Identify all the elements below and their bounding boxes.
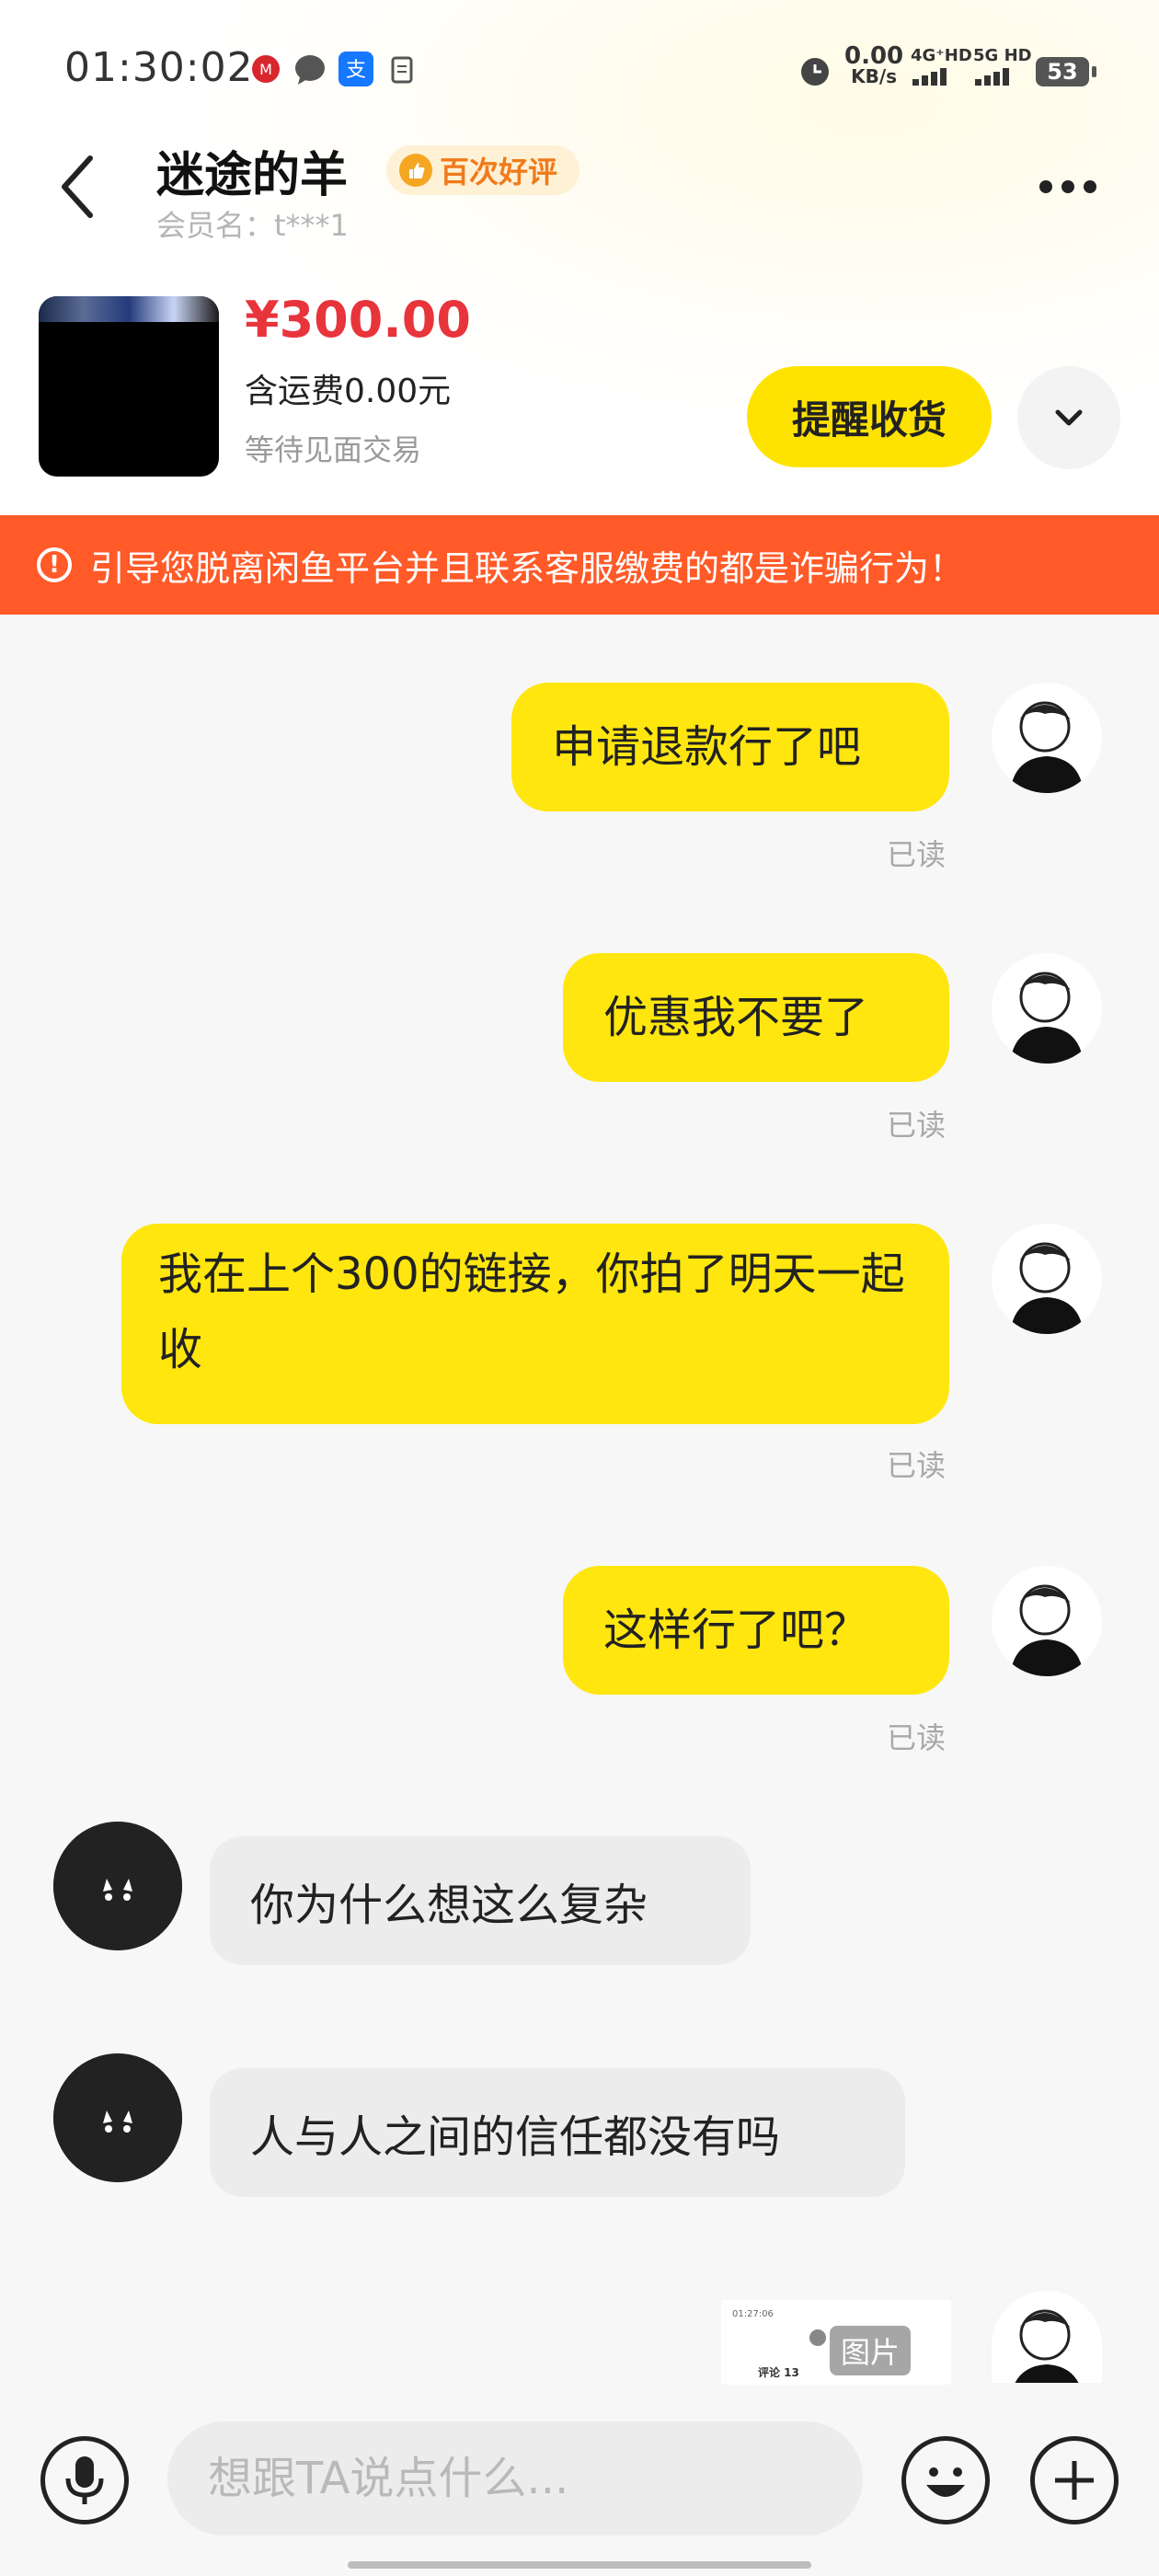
expand-button[interactable]	[1017, 366, 1120, 469]
read-receipt: 已读	[887, 1108, 947, 1143]
remind-receipt-button[interactable]: 提醒收货	[747, 366, 992, 467]
warning-text: 引导您脱离闲鱼平台并且联系客服缴费的都是诈骗行为！	[90, 547, 965, 589]
emoji-button[interactable]	[901, 2436, 990, 2524]
message-app-icon	[293, 52, 327, 86]
my-avatar[interactable]	[992, 1566, 1102, 1676]
thumbs-up-icon	[399, 154, 432, 187]
product-thumbnail[interactable]	[39, 296, 219, 477]
seller-avatar[interactable]	[53, 1822, 182, 1950]
add-button[interactable]	[1030, 2436, 1119, 2524]
member-name: 会员名：t***1	[156, 208, 349, 243]
seller-avatar[interactable]	[53, 2053, 182, 2182]
plus-icon	[1055, 2461, 1094, 2500]
microphone-icon	[65, 2456, 104, 2504]
bank-app-icon: M	[248, 52, 283, 86]
image-thumb-caption: 评论 13	[758, 2366, 799, 2379]
message-bubble-outgoing[interactable]: 这样行了吧？	[563, 1566, 949, 1695]
message-bubble-incoming[interactable]: 你为什么想这么复杂	[210, 1836, 751, 1965]
image-thumb-avatar	[809, 2329, 826, 2346]
image-label: 图片	[830, 2326, 912, 2375]
read-receipt: 已读	[887, 1720, 947, 1755]
message-input[interactable]	[167, 2421, 863, 2536]
battery-indicator: 53	[1036, 57, 1096, 86]
review-badge: 百次好评	[386, 145, 580, 195]
status-time: 01:30:02	[64, 44, 254, 91]
shipping-fee: 含运费0.00元	[245, 373, 452, 410]
clipboard-icon	[384, 52, 419, 86]
image-thumb-time: 01:27:06	[732, 2309, 774, 2319]
message-bubble-outgoing[interactable]: 优惠我不要了	[563, 953, 949, 1082]
order-status: 等待见面交易	[245, 432, 422, 467]
my-avatar[interactable]	[992, 1224, 1102, 1334]
chevron-down-icon	[1055, 409, 1083, 426]
alipay-icon: 支	[339, 52, 373, 86]
seller-name: 迷途的羊	[156, 148, 349, 203]
badge-label: 百次好评	[440, 155, 558, 190]
my-avatar[interactable]	[992, 2291, 1102, 2383]
alert-icon: !	[37, 547, 72, 582]
back-button[interactable]	[57, 155, 98, 219]
smiley-icon	[926, 2467, 965, 2497]
read-receipt: 已读	[887, 1448, 947, 1483]
svg-text:支: 支	[346, 59, 366, 82]
sim1-signal: 4G⁺HD	[911, 46, 972, 90]
net-speed: 0.00 KB/s	[844, 42, 904, 87]
more-options-icon[interactable]	[1039, 180, 1096, 193]
alarm-icon	[797, 52, 833, 88]
voice-button[interactable]	[40, 2436, 129, 2524]
read-receipt: 已读	[887, 837, 947, 872]
product-thumbnail-banner	[39, 296, 219, 322]
home-indicator[interactable]	[348, 2561, 811, 2569]
image-message[interactable]: 01:27:06 评论 13 图片	[721, 2300, 951, 2385]
message-bubble-outgoing[interactable]: 申请退款行了吧	[511, 683, 949, 811]
message-bubble-outgoing[interactable]: 我在上个300的链接，你拍了明天一起收	[121, 1224, 949, 1424]
my-avatar[interactable]	[992, 953, 1102, 1064]
message-bubble-incoming[interactable]: 人与人之间的信任都没有吗	[210, 2068, 905, 2197]
my-avatar[interactable]	[992, 683, 1102, 793]
svg-text:M: M	[259, 61, 272, 78]
sim2-signal: 5G HD	[973, 46, 1032, 90]
product-price: ¥300.00	[245, 291, 471, 349]
fraud-warning-banner: ! 引导您脱离闲鱼平台并且联系客服缴费的都是诈骗行为！	[0, 515, 1159, 615]
